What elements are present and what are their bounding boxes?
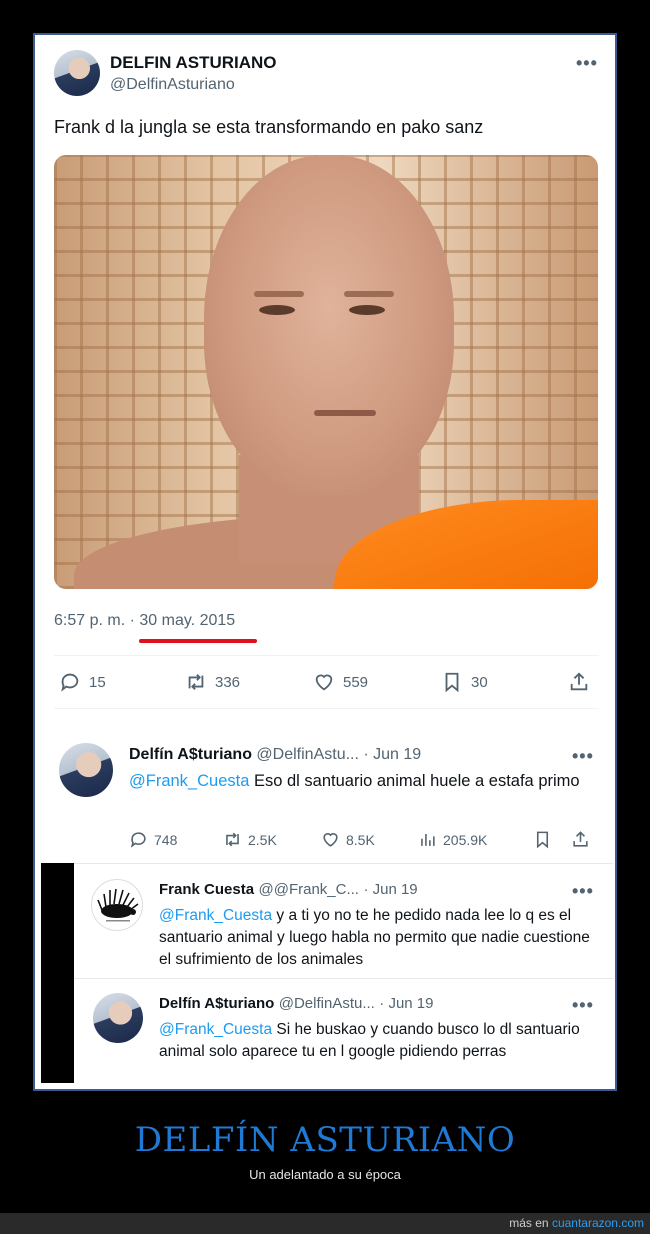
bookmark-button[interactable] (533, 830, 552, 849)
red-highlight-underline (139, 639, 257, 643)
photo-head (204, 155, 454, 495)
views-button[interactable]: 205.9K (418, 830, 487, 849)
more-options-icon[interactable]: ••• (572, 882, 594, 900)
reply-author-name[interactable]: Delfín A$turiano (159, 995, 274, 1012)
reply-author-name[interactable]: Delfín A$turiano (129, 746, 252, 763)
author-avatar[interactable] (54, 50, 100, 96)
reply-body: Eso dl santuario animal huele a estafa p… (249, 772, 580, 790)
more-options-icon[interactable]: ••• (572, 747, 594, 765)
share-button[interactable] (571, 830, 590, 849)
author-handle[interactable]: @DelfinAsturiano (110, 76, 235, 94)
reply-text: @Frank_Cuesta y a ti yo no te he pedido … (159, 905, 604, 971)
separator: · (129, 612, 135, 629)
reply-avatar[interactable] (91, 879, 143, 931)
tweet-text: Frank d la jungla se esta transformando … (54, 117, 484, 137)
retweet-icon (226, 832, 239, 847)
reply-avatar[interactable] (93, 993, 143, 1043)
views-count: 205.9K (443, 831, 488, 848)
author-name[interactable]: DELFIN ASTURIANO (110, 53, 277, 73)
reply-author-handle[interactable]: @DelfinAstu... (279, 995, 375, 1012)
bookmark-button[interactable]: 30 (441, 671, 488, 693)
reply-text: @Frank_Cuesta Si he buskao y cuando busc… (159, 1019, 604, 1063)
reply-count: 15 (89, 673, 106, 691)
porcupine-logo-icon (97, 888, 139, 922)
bookmark-count: 30 (471, 673, 488, 691)
share-button[interactable] (568, 671, 590, 693)
like-button[interactable]: 8.5K (321, 830, 375, 849)
like-count: 559 (343, 673, 369, 691)
reply-header: Frank Cuesta @@Frank_C... · Jun 19 (159, 881, 418, 899)
more-options-icon[interactable]: ••• (576, 54, 598, 72)
black-redaction-bar (41, 863, 74, 1083)
meme-title: DELFÍN ASTURIANO (134, 1120, 516, 1160)
divider (54, 655, 599, 656)
reply-count: 748 (154, 831, 178, 848)
reply-author-handle[interactable]: @DelfinAstu... (256, 746, 359, 763)
bookmark-icon (536, 831, 549, 849)
bookmark-icon (445, 672, 459, 693)
share-icon (570, 672, 588, 691)
site-link[interactable]: cuantarazon.com (552, 1216, 644, 1230)
reply-icon (130, 832, 146, 848)
photo-brow (254, 291, 304, 297)
reply-date[interactable]: · Jun 19 (363, 746, 421, 763)
tweet-photo[interactable] (54, 155, 598, 589)
reply-text: @Frank_Cuesta Eso dl santuario animal hu… (129, 770, 599, 792)
more-options-icon[interactable]: ••• (572, 996, 594, 1014)
heart-icon (315, 674, 333, 691)
share-icon (573, 831, 588, 847)
views-icon (421, 833, 435, 846)
heart-icon (323, 833, 338, 847)
reply-avatar[interactable] (59, 743, 113, 797)
tweet-date: 30 may. 2015 (139, 612, 236, 629)
reply-date[interactable]: · Jun 19 (379, 995, 433, 1012)
reply-date[interactable]: · Jun 19 (363, 881, 417, 898)
photo-brow (344, 291, 394, 297)
like-count: 8.5K (346, 831, 375, 848)
retweet-count: 336 (215, 673, 241, 691)
reply-author-name[interactable]: Frank Cuesta (159, 881, 254, 898)
tweet-screenshot-card: DELFIN ASTURIANO @DelfinAsturiano ••• Fr… (33, 33, 617, 1091)
photo-eye (349, 305, 385, 315)
reply-author-handle[interactable]: @@Frank_C... (259, 881, 359, 898)
divider (41, 863, 613, 864)
reply-icon (61, 673, 79, 692)
reply-header: Delfín A$turiano @DelfinAstu... · Jun 19 (159, 995, 434, 1013)
site-footer-bar: más en cuantarazon.com (0, 1213, 650, 1234)
divider (54, 708, 599, 709)
reply-header: Delfín A$turiano @DelfinAstu... · Jun 19 (129, 746, 421, 764)
meme-subtitle: Un adelantado a su época (249, 1167, 401, 1182)
mention-link[interactable]: @Frank_Cuesta (159, 907, 272, 924)
retweet-button[interactable]: 2.5K (223, 830, 277, 849)
tweet-time: 6:57 p. m. (54, 612, 126, 629)
mention-link[interactable]: @Frank_Cuesta (129, 772, 249, 790)
mention-link[interactable]: @Frank_Cuesta (159, 1021, 272, 1038)
photo-eye (259, 305, 295, 315)
more-at-label: más en (509, 1216, 552, 1230)
reply-button[interactable]: 748 (129, 830, 177, 849)
divider (75, 978, 613, 979)
retweet-button[interactable]: 336 (185, 671, 240, 693)
tweet-timestamp[interactable]: 6:57 p. m. · 30 may. 2015 (54, 612, 235, 630)
photo-mouth (314, 410, 376, 416)
retweet-icon (188, 674, 204, 690)
like-button[interactable]: 559 (313, 671, 368, 693)
retweet-count: 2.5K (248, 831, 277, 848)
reply-button[interactable]: 15 (59, 671, 106, 693)
